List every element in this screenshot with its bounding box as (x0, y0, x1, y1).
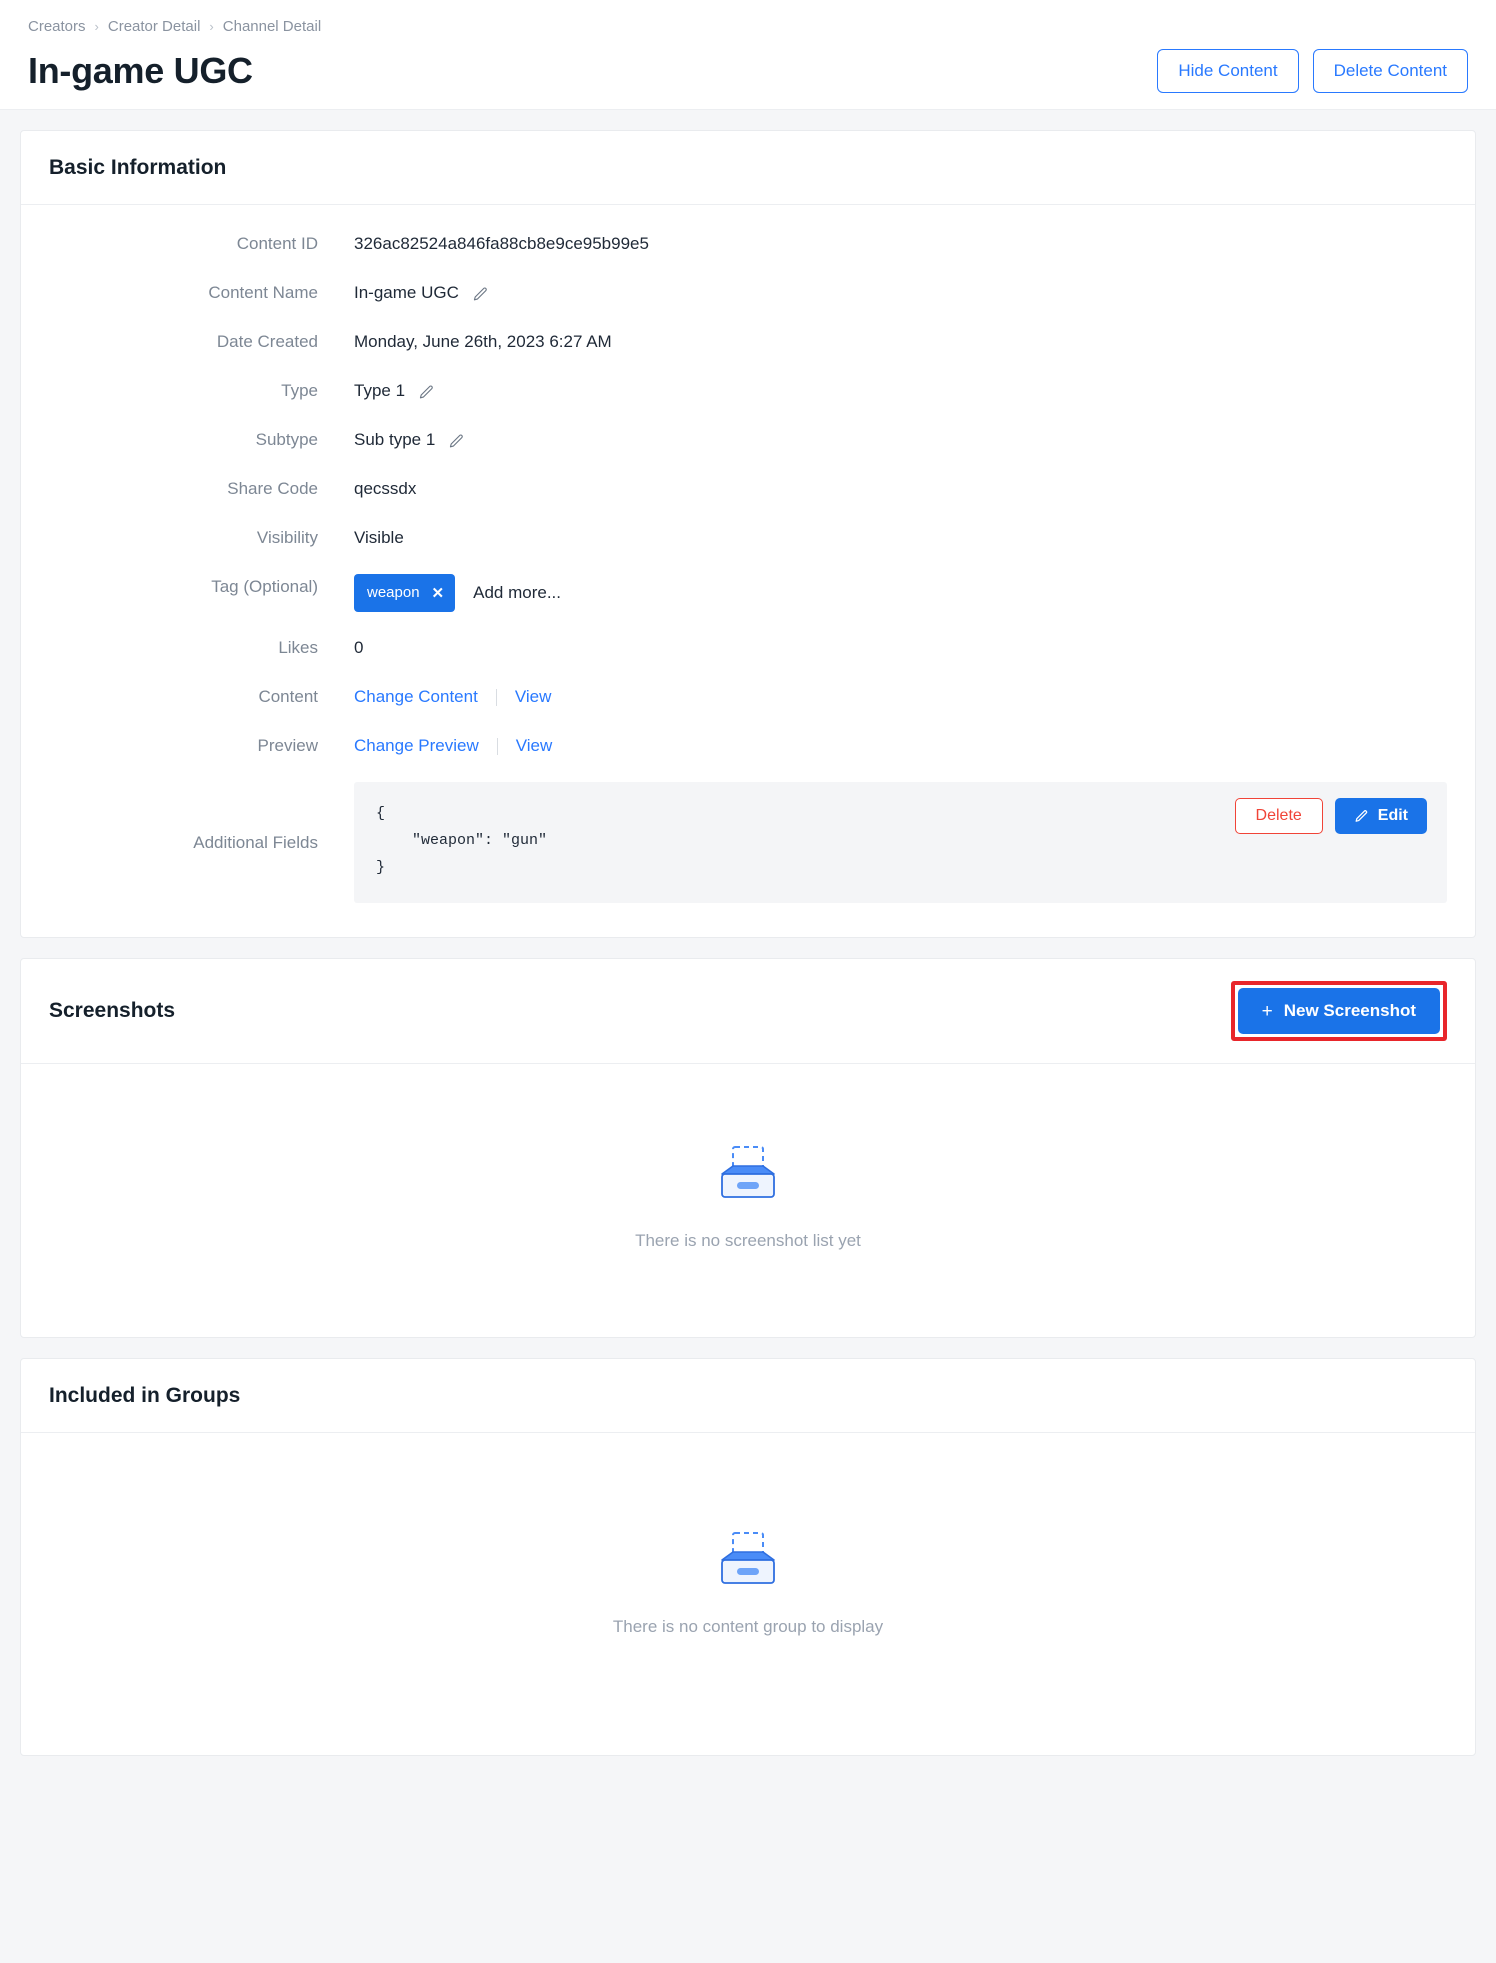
row-preview: Preview Change Preview View (49, 733, 1447, 759)
value-share-code: qecssdx (354, 479, 417, 498)
additional-fields-actions: Delete Edit (1234, 798, 1427, 834)
breadcrumb-item-channel-detail[interactable]: Channel Detail (223, 18, 321, 35)
empty-inbox-icon (715, 1142, 781, 1209)
pencil-icon[interactable] (472, 286, 489, 303)
page-title: In-game UGC (28, 50, 253, 91)
included-in-groups-empty-text: There is no content group to display (612, 1617, 884, 1636)
plus-icon: + (1261, 1000, 1273, 1022)
label-date-created: Date Created (216, 332, 318, 351)
breadcrumb: Creators › Creator Detail › Channel Deta… (28, 18, 1468, 35)
change-content-link[interactable]: Change Content (354, 684, 478, 710)
edit-button-label: Edit (1377, 807, 1408, 824)
screenshots-empty-text: There is no screenshot list yet (635, 1231, 861, 1250)
value-content-id: 326ac82524a846fa88cb8e9ce95b99e5 (354, 234, 649, 253)
row-visibility: Visibility Visible (49, 525, 1447, 551)
included-in-groups-header: Included in Groups (21, 1359, 1475, 1433)
value-subtype-wrap: Sub type 1 (354, 427, 1447, 453)
edit-additional-fields-button[interactable]: Edit (1334, 798, 1427, 834)
screenshots-card: Screenshots + New Screenshot There is no… (20, 958, 1476, 1338)
title-row: In-game UGC Hide Content Delete Content (28, 49, 1468, 93)
new-screenshot-highlight: + New Screenshot (1230, 981, 1447, 1041)
value-type-wrap: Type 1 (354, 378, 1447, 404)
label-tag: Tag (Optional) (211, 577, 318, 596)
content-wrap: Basic Information Content ID 326ac82524a… (0, 110, 1496, 1806)
breadcrumb-item-creator-detail[interactable]: Creator Detail (108, 18, 201, 35)
label-content: Content (258, 687, 318, 706)
add-more-tags-button[interactable]: Add more... (473, 580, 561, 606)
additional-fields-box: Delete Edit { "weapon": "gun" } (354, 782, 1447, 903)
label-visibility: Visibility (256, 528, 318, 547)
label-subtype: Subtype (255, 430, 318, 449)
value-content-name-wrap: In-game UGC (354, 280, 1447, 306)
screenshots-title: Screenshots (49, 999, 176, 1022)
basic-information-title: Basic Information (49, 155, 227, 179)
pencil-icon[interactable] (418, 384, 435, 401)
row-share-code: Share Code qecssdx (49, 476, 1447, 502)
basic-information-header: Basic Information (21, 131, 1475, 205)
value-visibility: Visible (354, 528, 404, 547)
row-likes: Likes 0 (49, 635, 1447, 661)
basic-information-card: Basic Information Content ID 326ac82524a… (20, 130, 1476, 938)
screenshots-empty-state: There is no screenshot list yet (21, 1064, 1475, 1337)
delete-additional-fields-button[interactable]: Delete (1234, 798, 1323, 834)
value-preview-wrap: Change Preview View (354, 733, 1447, 759)
new-screenshot-label: New Screenshot (1283, 1001, 1416, 1020)
tag-chip-label: weapon (367, 584, 420, 601)
close-icon[interactable]: ✕ (432, 586, 445, 601)
new-screenshot-button[interactable]: + New Screenshot (1237, 988, 1440, 1034)
row-date-created: Date Created Monday, June 26th, 2023 6:2… (49, 329, 1447, 355)
link-divider (495, 688, 497, 706)
header-actions: Hide Content Delete Content (1157, 49, 1468, 93)
row-additional-fields: Additional Fields Delete Edit { "weapon"… (49, 782, 1447, 903)
value-tag-wrap: weapon ✕ Add more... (354, 574, 1447, 612)
included-in-groups-card: Included in Groups There is no content g… (20, 1358, 1476, 1756)
row-content-name: Content Name In-game UGC (49, 280, 1447, 306)
label-likes: Likes (278, 638, 318, 657)
row-content: Content Change Content View (49, 684, 1447, 710)
value-content-wrap: Change Content View (354, 684, 1447, 710)
delete-content-button[interactable]: Delete Content (1312, 49, 1468, 93)
label-share-code: Share Code (227, 479, 318, 498)
view-preview-link[interactable]: View (516, 733, 553, 759)
breadcrumb-separator-icon: › (94, 19, 99, 34)
label-additional-fields: Additional Fields (193, 832, 318, 852)
page-header: Creators › Creator Detail › Channel Deta… (0, 0, 1496, 110)
screenshots-header: Screenshots + New Screenshot (21, 959, 1475, 1064)
view-content-link[interactable]: View (515, 684, 552, 710)
value-content-name: In-game UGC (354, 283, 459, 302)
basic-information-body: Content ID 326ac82524a846fa88cb8e9ce95b9… (21, 205, 1475, 937)
row-tag: Tag (Optional) weapon ✕ Add more... (49, 574, 1447, 612)
included-in-groups-title: Included in Groups (49, 1383, 241, 1407)
breadcrumb-item-creators[interactable]: Creators (28, 18, 86, 35)
value-type: Type 1 (354, 381, 406, 400)
label-type: Type (281, 381, 318, 400)
row-subtype: Subtype Sub type 1 (49, 427, 1447, 453)
hide-content-button[interactable]: Hide Content (1157, 49, 1299, 93)
row-content-id: Content ID 326ac82524a846fa88cb8e9ce95b9… (49, 231, 1447, 257)
label-preview: Preview (257, 736, 318, 755)
link-divider (496, 737, 498, 755)
empty-inbox-icon (715, 1528, 781, 1595)
change-preview-link[interactable]: Change Preview (354, 733, 479, 759)
value-date-created: Monday, June 26th, 2023 6:27 AM (354, 332, 612, 351)
pencil-icon (1354, 809, 1369, 824)
breadcrumb-separator-icon: › (209, 19, 214, 34)
value-subtype: Sub type 1 (354, 430, 436, 449)
label-content-id: Content ID (236, 234, 318, 253)
value-likes: 0 (354, 638, 364, 657)
label-content-name: Content Name (208, 283, 318, 302)
row-type: Type Type 1 (49, 378, 1447, 404)
tag-chip-weapon[interactable]: weapon ✕ (354, 574, 456, 612)
included-in-groups-empty-state: There is no content group to display (21, 1433, 1475, 1755)
pencil-icon[interactable] (448, 433, 465, 450)
